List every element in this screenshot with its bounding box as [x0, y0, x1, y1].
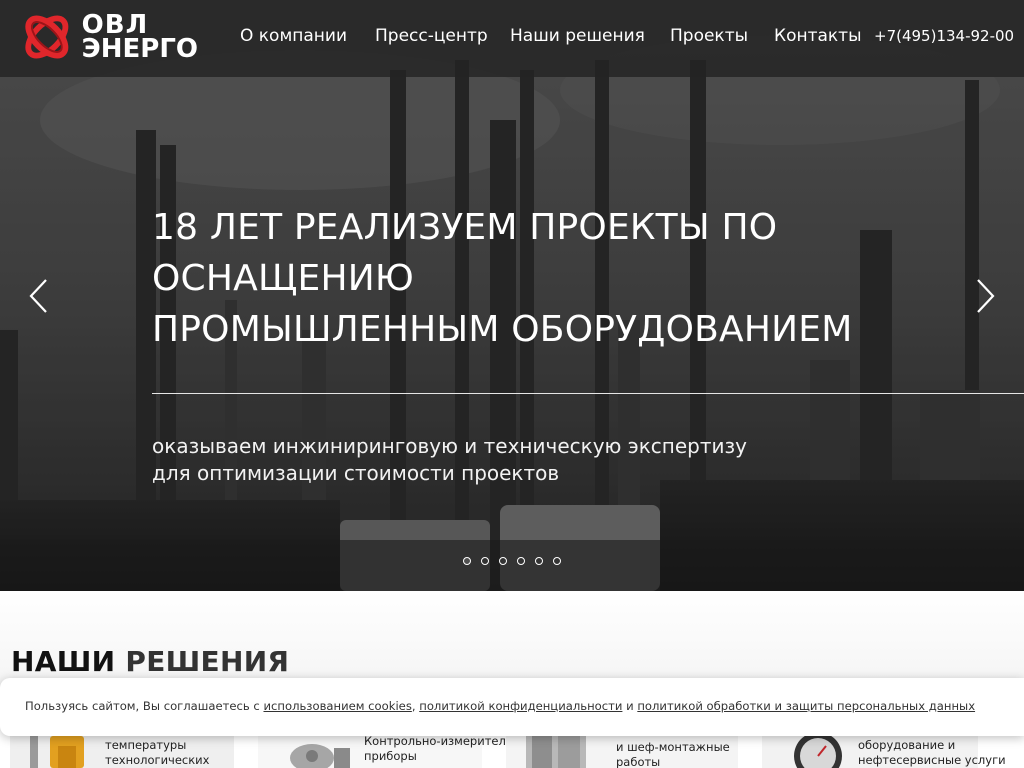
header-phone[interactable]: +7(495)134-92-00	[874, 27, 1014, 45]
slider-dot-2[interactable]	[481, 557, 489, 565]
solution-card-2-line-2: приборы	[364, 749, 417, 763]
slide-title-line-3: ПРОМЫШЛЕННЫМ ОБОРУДОВАНИЕМ	[152, 309, 853, 350]
cookie-link-privacy[interactable]: политикой конфиденциальности	[419, 699, 622, 713]
logo-text-line-2: ЭНЕРГО	[81, 34, 198, 64]
site-logo[interactable]: ОВЛ ЭНЕРГО	[18, 9, 198, 65]
nav-item-contacts[interactable]: Контакты	[774, 26, 862, 46]
solutions-heading-part-1: НАШИ	[11, 645, 116, 678]
slide-subtitle: оказываем инжиниринговую и техническую э…	[152, 433, 852, 487]
site-header: ОВЛ ЭНЕРГО О компании Пресс-центр Наши р…	[0, 0, 1024, 77]
slide-subtitle-line-1: оказываем инжиниринговую и техническую э…	[152, 434, 747, 458]
hero-slider: 18 ЛЕТ РЕАЛИЗУЕМ ПРОЕКТЫ ПО ОСНАЩЕНИЮ ПР…	[0, 0, 1024, 591]
solution-card-3-line-1: и шеф-монтажные	[616, 740, 730, 754]
cookie-text-prefix: Пользуясь сайтом, Вы соглашаетесь с	[25, 699, 264, 713]
solution-card-1-line-2: технологических	[105, 753, 210, 767]
nav-item-solutions[interactable]: Наши решения	[510, 26, 645, 46]
solution-card-1-line-1: температуры	[105, 738, 187, 752]
slider-dot-4[interactable]	[517, 557, 525, 565]
logo-text: ОВЛ ЭНЕРГО	[81, 12, 198, 64]
chevron-right-icon	[977, 279, 995, 313]
cookie-link-personal-data[interactable]: политикой обработки и защиты персональны…	[637, 699, 975, 713]
slide-divider	[152, 393, 1024, 394]
nav-item-projects[interactable]: Проекты	[670, 26, 748, 46]
slider-dot-1[interactable]	[463, 557, 471, 565]
slider-next-button[interactable]	[970, 276, 1000, 316]
nav-item-press[interactable]: Пресс-центр	[375, 26, 488, 46]
solution-card-4-line-1: оборудование и	[858, 738, 956, 752]
nav-item-about[interactable]: О компании	[240, 26, 347, 46]
logo-rings-icon	[25, 15, 69, 59]
slide-title-line-2: ОСНАЩЕНИЮ	[152, 258, 414, 299]
slider-dot-6[interactable]	[553, 557, 561, 565]
slider-dot-3[interactable]	[499, 557, 507, 565]
slide-title: 18 ЛЕТ РЕАЛИЗУЕМ ПРОЕКТЫ ПО ОСНАЩЕНИЮ ПР…	[152, 202, 932, 355]
slide-title-line-1: 18 ЛЕТ РЕАЛИЗУЕМ ПРОЕКТЫ ПО	[152, 207, 778, 248]
chevron-left-icon	[29, 279, 47, 313]
slide-subtitle-line-2: для оптимизации стоимости проектов	[152, 461, 560, 485]
slider-dots	[463, 557, 561, 567]
solutions-heading: НАШИ РЕШЕНИЯ	[11, 645, 289, 678]
slider-dot-5[interactable]	[535, 557, 543, 565]
solutions-heading-part-2: РЕШЕНИЯ	[125, 645, 290, 678]
cookie-text-sep-2: и	[622, 699, 638, 713]
cookie-text: Пользуясь сайтом, Вы соглашаетесь с испо…	[25, 699, 975, 713]
solution-card-3-line-2: работы	[616, 755, 661, 768]
solution-card-4-line-2: нефтесервисные услуги	[858, 753, 1006, 767]
slider-prev-button[interactable]	[24, 276, 54, 316]
cookie-banner: Пользуясь сайтом, Вы соглашаетесь с испо…	[0, 678, 1024, 736]
cookie-link-cookies[interactable]: использованием cookies	[263, 699, 411, 713]
